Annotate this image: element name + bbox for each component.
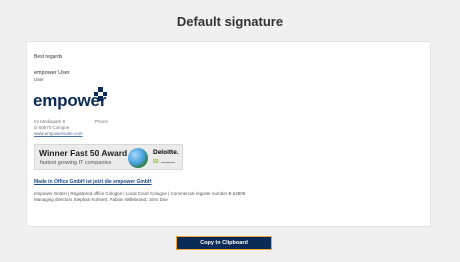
award-globe-icon [128,148,148,168]
made-in-office-link[interactable]: Made in Office GmbH ist jetzt die empowe… [34,179,152,185]
signature-preview: Best regards empower User User empower I… [26,41,431,227]
address-city: D-50670 Cologne [34,125,70,130]
fast50-badge: 50 [153,159,159,165]
website-link[interactable]: www.empowersuite.com [34,131,83,136]
legal-info-line2: Managing directors Stephan Kuhnert, Fabi… [34,197,168,202]
deloitte-logo: Deloitte. [153,149,179,156]
page-title: Default signature [176,14,284,29]
award-title: Winner Fast 50 Award [39,148,128,158]
greeting-text: Best regards [34,54,63,60]
address-street: Im Mediapark 8 [34,119,66,124]
legal-info-line1: empower GmbH | Registered office Cologne… [34,191,246,196]
user-role: User [34,77,44,82]
award-subtitle: fastest growing IT companies [40,160,112,166]
badge-underline [161,162,175,163]
copy-to-clipboard-button[interactable]: Copy to Clipboard [176,236,272,250]
empower-logo-icon [94,87,108,101]
phone-label: Phone [95,119,109,124]
user-name: empower User [34,70,70,76]
award-banner[interactable]: Winner Fast 50 Award fastest growing IT … [34,144,183,170]
